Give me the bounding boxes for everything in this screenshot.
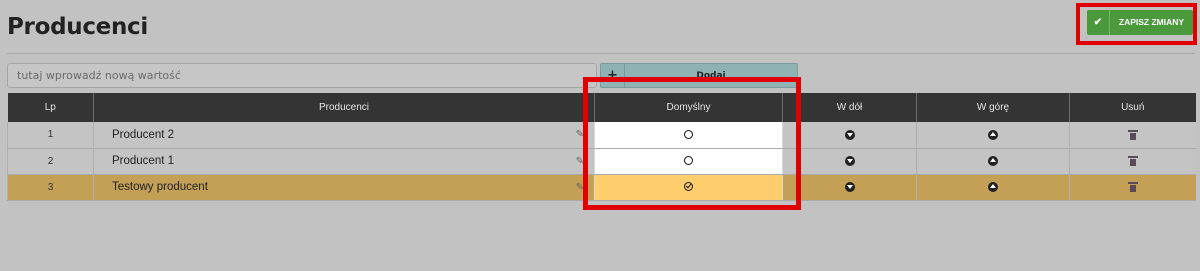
delete-cell xyxy=(1069,174,1196,201)
column-header-delete: Usuń xyxy=(1069,93,1196,122)
default-cell xyxy=(594,122,783,149)
table-row: 2 Producent 1 ✎ xyxy=(7,148,1196,175)
save-button-label: ZAPISZ ZMIANY xyxy=(1109,10,1193,35)
page-title: Producenci xyxy=(7,14,148,40)
add-button[interactable]: + Dodaj xyxy=(600,63,798,88)
check-icon: ✔ xyxy=(1093,17,1103,28)
save-button[interactable]: ✔ ZAPISZ ZMIANY xyxy=(1087,10,1193,35)
producer-name: Producent 1 xyxy=(112,155,175,167)
default-cell xyxy=(594,148,783,175)
move-up-cell xyxy=(916,174,1070,201)
default-radio[interactable] xyxy=(684,130,693,140)
producer-name-cell[interactable]: Producent 1 ✎ xyxy=(93,148,595,175)
arrow-up-circle-icon[interactable] xyxy=(988,129,998,140)
trash-icon[interactable] xyxy=(1127,155,1138,166)
column-header-move-down: W dół xyxy=(782,93,917,122)
column-header-default: Domyślny xyxy=(594,93,783,122)
move-down-cell xyxy=(782,174,917,201)
arrow-down-circle-icon[interactable] xyxy=(844,181,855,192)
edit-icon[interactable]: ✎ xyxy=(576,156,584,167)
producer-name-cell[interactable]: Testowy producent ✎ xyxy=(93,174,595,201)
move-up-cell xyxy=(916,122,1070,149)
column-header-producers: Producenci xyxy=(93,93,595,122)
arrow-down-circle-icon[interactable] xyxy=(844,155,855,166)
move-down-cell xyxy=(782,122,917,149)
table-header: Lp Producenci Domyślny W dół W górę Usuń xyxy=(7,93,1196,122)
column-header-lp: Lp xyxy=(7,93,94,122)
producer-name-cell[interactable]: Producent 2 ✎ xyxy=(93,122,595,149)
trash-icon[interactable] xyxy=(1127,181,1138,192)
title-divider xyxy=(7,53,1195,54)
column-header-move-up: W górę xyxy=(916,93,1070,122)
table-row-selected: 3 Testowy producent ✎ xyxy=(7,174,1196,201)
default-radio[interactable] xyxy=(684,156,693,166)
move-up-cell xyxy=(916,148,1070,175)
row-number: 3 xyxy=(7,174,94,201)
default-radio-checked[interactable] xyxy=(684,182,693,192)
trash-icon[interactable] xyxy=(1127,129,1138,140)
producer-name: Testowy producent xyxy=(112,181,208,193)
arrow-up-circle-icon[interactable] xyxy=(988,155,998,166)
move-down-cell xyxy=(782,148,917,175)
add-button-label: Dodaj xyxy=(696,70,726,81)
new-value-input[interactable] xyxy=(7,63,597,88)
producers-table: Lp Producenci Domyślny W dół W górę Usuń… xyxy=(7,93,1196,201)
edit-icon[interactable]: ✎ xyxy=(576,182,584,193)
edit-icon[interactable]: ✎ xyxy=(576,129,584,140)
delete-cell xyxy=(1069,148,1196,175)
arrow-up-circle-icon[interactable] xyxy=(988,181,998,192)
default-cell xyxy=(594,174,783,201)
row-number: 1 xyxy=(7,122,94,149)
table-row: 1 Producent 2 ✎ xyxy=(7,122,1196,149)
plus-icon: + xyxy=(601,64,625,87)
row-number: 2 xyxy=(7,148,94,175)
arrow-down-circle-icon[interactable] xyxy=(844,129,855,140)
producer-name: Producent 2 xyxy=(112,128,175,141)
delete-cell xyxy=(1069,122,1196,149)
